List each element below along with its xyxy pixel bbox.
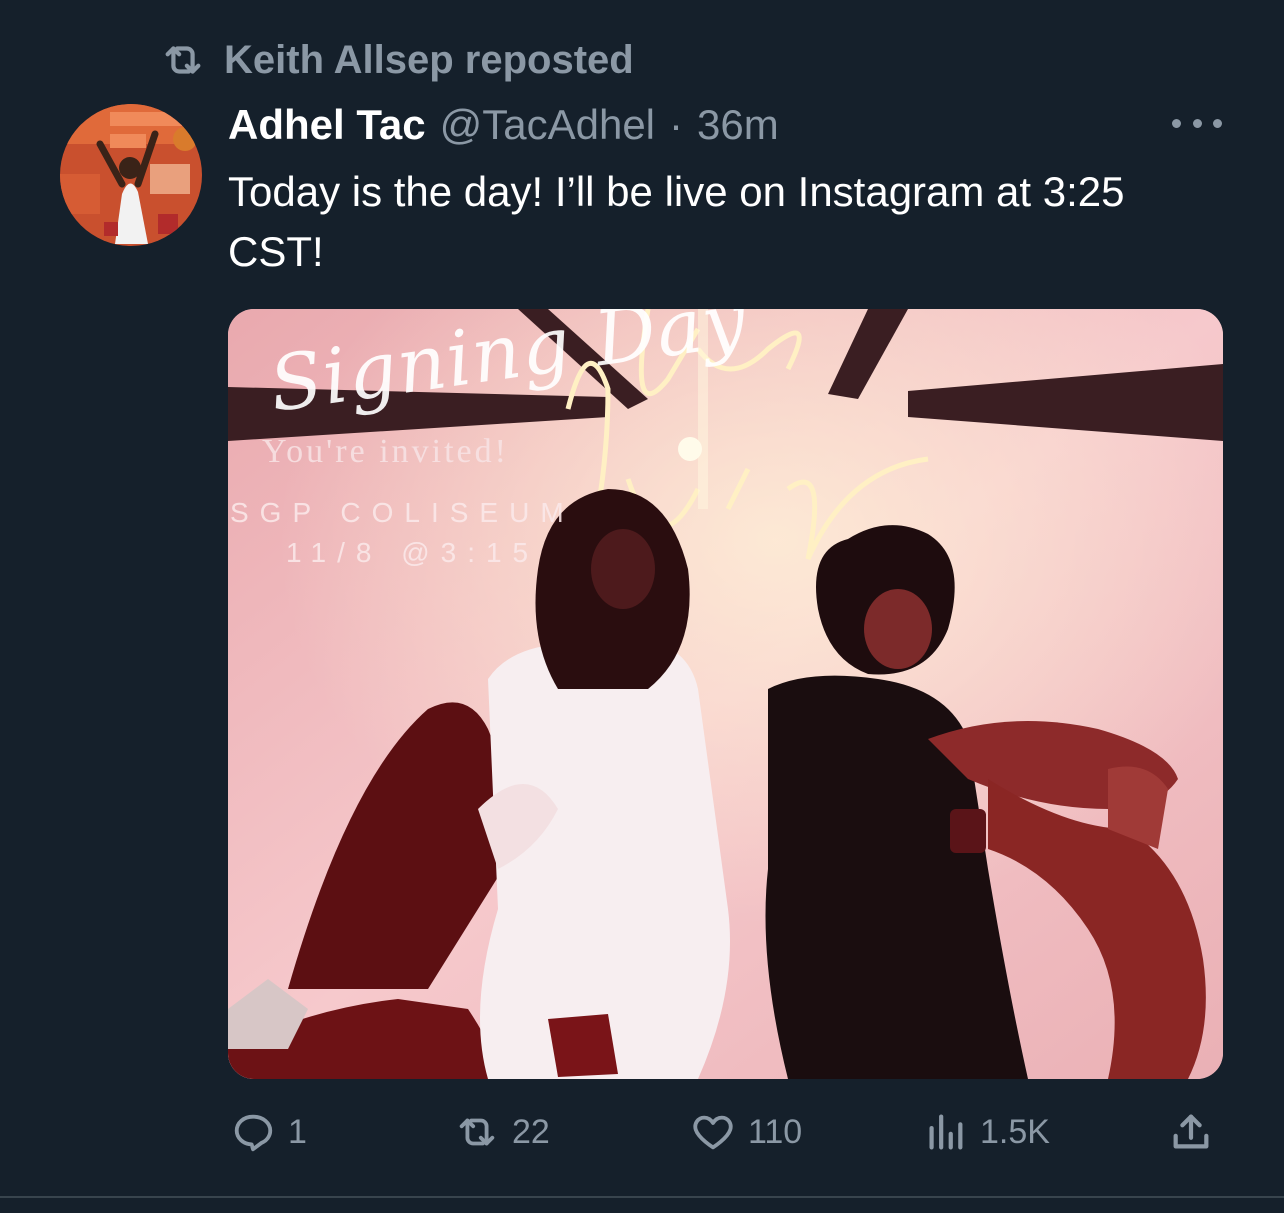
divider — [0, 1196, 1284, 1198]
share-button[interactable] — [1168, 1108, 1214, 1156]
like-count: 110 — [748, 1112, 803, 1151]
tweet-text: Today is the day! I’ll be live on Instag… — [228, 168, 1125, 275]
heart-icon — [693, 1115, 733, 1150]
repost-icon — [459, 1118, 495, 1146]
views-button[interactable]: 1.5K — [922, 1108, 1050, 1156]
tweet-header: Adhel Tac @TacAdhel · 36m — [228, 100, 779, 150]
author-name[interactable]: Adhel Tac — [228, 101, 426, 149]
overlay-venue: SGP COLISEUM — [230, 497, 575, 528]
reply-button[interactable]: 1 — [230, 1108, 307, 1156]
tweet-media-image[interactable]: Signing Day You're invited! SGP COLISEUM… — [228, 309, 1223, 1079]
share-icon — [1173, 1114, 1209, 1149]
avatar[interactable] — [60, 104, 202, 246]
views-count: 1.5K — [980, 1112, 1050, 1151]
tweet-timestamp[interactable]: 36m — [697, 101, 779, 149]
reply-count: 1 — [288, 1112, 307, 1151]
views-icon — [929, 1114, 963, 1150]
repost-button[interactable]: 22 — [454, 1108, 550, 1156]
overlay-date: 11/8 @3:15 — [286, 537, 540, 568]
author-handle[interactable]: @TacAdhel — [440, 101, 655, 149]
overlay-invited: You're invited! — [262, 433, 509, 470]
more-icon[interactable] — [1172, 108, 1222, 138]
repost-indicator[interactable]: Keith Allsep reposted — [160, 38, 634, 82]
repost-label: Keith Allsep reposted — [224, 37, 634, 82]
repost-count: 22 — [512, 1112, 550, 1151]
like-button[interactable]: 110 — [690, 1108, 802, 1156]
tweet-actions: 1 22 110 1.5K — [228, 1108, 1223, 1156]
repost-icon — [165, 46, 201, 74]
separator-dot: · — [669, 101, 684, 148]
reply-icon — [234, 1114, 273, 1152]
